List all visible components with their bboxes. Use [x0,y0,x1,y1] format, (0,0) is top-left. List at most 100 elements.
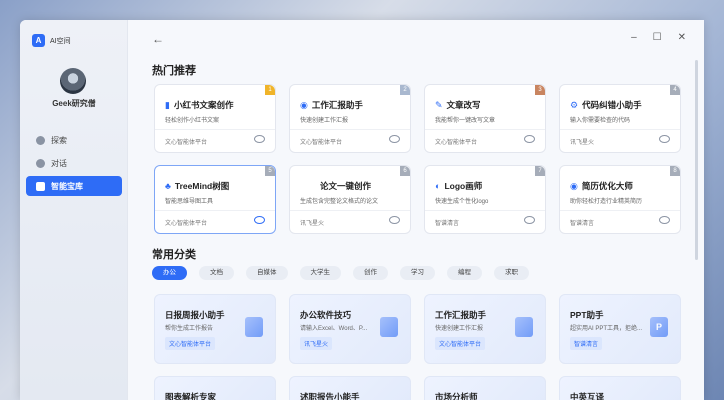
resume-icon: ◉ [570,180,578,191]
hot-card[interactable]: 7 ◐ Logo画师 快速生成个性化logo 智谱清言 [424,165,546,234]
chat-bubble-icon[interactable] [659,135,670,143]
category-tab[interactable]: 大学生 [299,266,341,280]
user-name: Geek研究僧 [52,99,96,108]
card-source: 讯飞星火 [300,221,325,227]
hot-card[interactable]: 3 ✎ 文章改写 我能帮你一键改写文章 文心智能体平台 [424,84,546,153]
close-icon[interactable]: ✕ [678,32,686,43]
card-divider [425,129,545,130]
tree-icon: ♣ [165,181,171,191]
gear-icon: ⚙ [570,99,579,110]
tool-title: 图表解析专家 [165,392,217,400]
card-desc: 生成包含完整论文格式的论文 [300,199,379,205]
scrollbar[interactable] [695,60,698,260]
pen-icon: ✎ [435,99,443,110]
rank-badge: 3 [535,85,545,95]
tool-card[interactable]: 述职报告小能手 [289,376,411,400]
rank-badge: 8 [670,166,680,176]
tool-grid: 日报周报小助手 帮你生成工作报告 文心智能体平台 办公软件技巧 请输入Excel… [154,294,681,400]
tool-tag: 智谱清言 [570,337,603,350]
ppt-icon: P [650,317,668,337]
sidebar: A AI空间 Geek研究僧 探索 对话 智能宝库 [20,20,128,400]
minimize-icon[interactable]: – [631,32,637,43]
hot-card[interactable]: 5 ♣ TreeMind树图 智能思维导图工具 文心智能体平台 [154,165,276,234]
category-tab[interactable]: 求职 [494,266,529,280]
tool-tag: 讯飞星火 [300,337,333,350]
hot-section-title: 热门推荐 [152,65,196,77]
tool-card[interactable]: PPT助手 超实用AI PPT工具，拒绝... 智谱清言 P [559,294,681,364]
tool-title: 办公软件技巧 [300,310,352,320]
tool-title: 市场分析师 [435,392,478,400]
sidebar-item-explore[interactable]: 探索 [26,130,122,150]
card-source: 文心智能体平台 [165,221,208,227]
card-source: 文心智能体平台 [435,140,478,146]
app-logo-icon: A [32,34,45,47]
tool-card[interactable]: 工作汇报助手 快速创建工作汇报 文心智能体平台 [424,294,546,364]
palette-icon: ◐ [435,181,441,191]
card-desc: 快速生成个性化logo [435,199,489,205]
chat-bubble-icon[interactable] [254,135,265,143]
card-title: TreeMind树图 [174,181,230,191]
card-desc: 我能帮你一键改写文章 [435,118,496,124]
category-tab[interactable]: 文档 [199,266,234,280]
chat-bubble-icon[interactable] [524,135,535,143]
category-tab[interactable]: 编程 [447,266,482,280]
app-window: A AI空间 Geek研究僧 探索 对话 智能宝库 ← – ☐ ✕ 热门推荐 1… [20,20,704,400]
card-title: 简历优化大师 [581,181,633,191]
card-divider [425,210,545,211]
window-controls: – ☐ ✕ [631,32,686,43]
sidebar-item-label: 智能宝库 [51,181,83,191]
category-tab[interactable]: 办公 [152,266,187,280]
maximize-icon[interactable]: ☐ [653,32,662,43]
sidebar-item-label: 对话 [51,158,67,168]
card-divider [560,129,680,130]
sidebar-item-chat[interactable]: 对话 [26,153,122,173]
rank-badge: 7 [535,166,545,176]
category-tabs: 办公 文档 自媒体 大学生 创作 学习 编程 求职 [152,266,529,280]
card-desc: 助你轻松打造行业精英简历 [570,199,643,205]
chat-bubble-icon[interactable] [254,216,265,224]
chat-bubble-icon[interactable] [389,216,400,224]
category-tab[interactable]: 创作 [353,266,388,280]
card-source: 智谱清言 [570,221,595,227]
hot-card[interactable]: 6 论文一键创作 生成包含完整论文格式的论文 讯飞星火 [289,165,411,234]
tool-desc: 超实用AI PPT工具，拒绝... [570,326,643,332]
app-brand[interactable]: A AI空间 [32,34,71,47]
presentation-icon [515,317,533,337]
card-source: 讯飞星火 [570,140,595,146]
tool-desc: 帮你生成工作报告 [165,326,214,332]
card-divider [290,210,410,211]
hot-card[interactable]: 4 ⚙ 代码纠错小助手 输入你需要检查的代码 讯飞星火 [559,84,681,153]
chat-bubble-icon[interactable] [659,216,670,224]
tool-title: 工作汇报助手 [435,310,487,320]
tool-title: 日报周报小助手 [165,310,225,320]
card-desc: 轻松创作小红书文案 [165,118,220,124]
rank-badge: 4 [670,85,680,95]
tool-tag: 文心智能体平台 [165,337,216,350]
chat-bubble-icon[interactable] [524,216,535,224]
card-divider [155,210,275,211]
card-divider [290,129,410,130]
hot-card[interactable]: 8 ◉ 简历优化大师 助你轻松打造行业精英简历 智谱清言 [559,165,681,234]
rank-badge: 6 [400,166,410,176]
card-title: 论文一键创作 [320,181,372,191]
tool-card[interactable]: 日报周报小助手 帮你生成工作报告 文心智能体平台 [154,294,276,364]
card-divider [155,129,275,130]
tool-desc: 请输入Excel、Word、P... [300,326,368,332]
card-title: Logo画师 [444,181,483,191]
tool-card[interactable]: 办公软件技巧 请输入Excel、Word、P... 讯飞星火 [289,294,411,364]
hot-card[interactable]: 1 ▮ 小红书文案创作 轻松创作小红书文案 文心智能体平台 [154,84,276,153]
card-source: 文心智能体平台 [300,140,343,146]
chat-bubble-icon[interactable] [389,135,400,143]
back-arrow-icon[interactable]: ← [152,32,164,46]
rank-badge: 5 [265,166,275,176]
avatar[interactable] [60,68,86,94]
sidebar-item-treasure[interactable]: 智能宝库 [26,176,122,196]
note-icon: ▮ [165,99,170,110]
tool-card[interactable]: 图表解析专家 [154,376,276,400]
category-tab[interactable]: 自媒体 [246,266,288,280]
tool-card[interactable]: 市场分析师 [424,376,546,400]
tool-card[interactable]: 中英互译 [559,376,681,400]
category-tab[interactable]: 学习 [400,266,435,280]
treasure-box-icon [36,181,45,191]
hot-card[interactable]: 2 ◉ 工作汇报助手 快速创建工作汇报 文心智能体平台 [289,84,411,153]
